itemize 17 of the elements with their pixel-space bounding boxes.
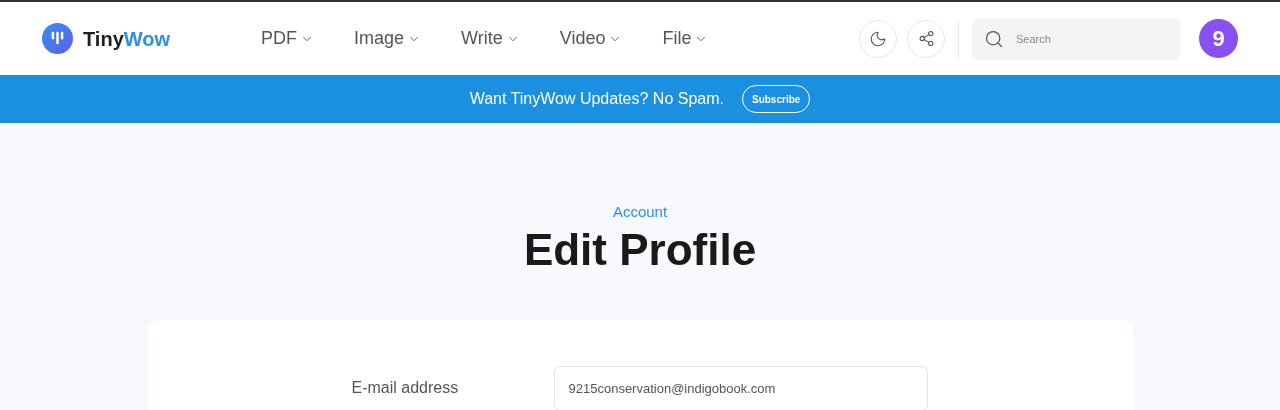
search-icon <box>984 28 1004 49</box>
nav-menu[interactable]: Write <box>461 25 520 52</box>
page-title: Edit Profile <box>523 223 757 276</box>
brand-name[interactable]: TinyWow <box>83 23 171 54</box>
nav-menu[interactable]: PDF <box>261 25 314 52</box>
nav-menu[interactable]: Image <box>354 25 422 52</box>
moon-icon <box>869 29 887 48</box>
field-label: E-mail address <box>351 378 460 398</box>
share-icon <box>917 30 935 47</box>
nav-menu[interactable]: File <box>662 25 709 52</box>
avatar[interactable]: 9 <box>1199 19 1238 58</box>
nav-menu[interactable]: Video <box>559 25 623 52</box>
logo-icon <box>42 23 73 54</box>
email-field[interactable]: 9215conservation@indigobook.com <box>553 365 928 410</box>
banner-text: Want TinyWow Updates? No Spam. <box>469 89 724 109</box>
section-eyebrow: Account <box>612 202 668 222</box>
search-field[interactable]: Search <box>972 17 1181 60</box>
